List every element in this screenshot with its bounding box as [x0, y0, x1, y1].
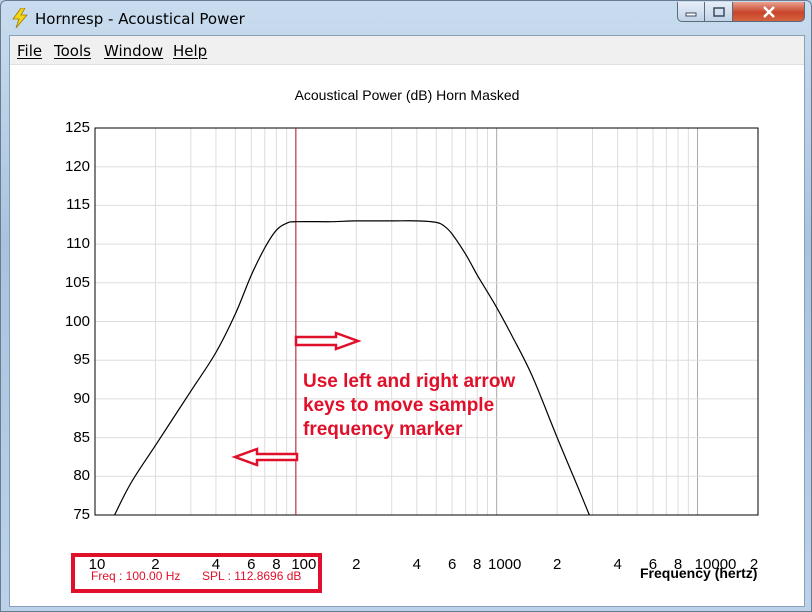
window-title: Hornresp - Acoustical Power	[35, 10, 245, 28]
chart-plot[interactable]	[10, 36, 804, 606]
close-button[interactable]	[733, 2, 805, 22]
lightning-icon	[12, 8, 28, 28]
annotation-line: Use left and right arrow	[303, 371, 516, 392]
title-bar[interactable]: Hornresp - Acoustical Power	[1, 1, 811, 35]
maximize-icon	[712, 6, 725, 17]
left-arrow-icon	[231, 447, 299, 467]
minimize-icon	[685, 12, 697, 16]
client-area: File Tools Window Help Acoustical Power …	[9, 35, 805, 607]
maximize-button[interactable]	[705, 2, 733, 22]
annotation-line: frequency marker	[303, 419, 463, 440]
spl-readout: SPL : 112.8696 dB	[202, 569, 302, 583]
minimize-button[interactable]	[677, 2, 705, 22]
app-window: Hornresp - Acoustical Power File Tools W…	[0, 0, 812, 612]
freq-readout: Freq : 100.00 Hz	[91, 569, 181, 583]
right-arrow-icon	[294, 331, 362, 351]
status-readout: Freq : 100.00 Hz SPL : 112.8696 dB	[71, 553, 322, 593]
instruction-annotation: Use left and right arrow keys to move sa…	[303, 370, 563, 442]
x-axis-label: Frequency (hertz)	[640, 565, 758, 581]
close-icon	[762, 5, 775, 18]
annotation-line: keys to move sample	[303, 395, 495, 416]
